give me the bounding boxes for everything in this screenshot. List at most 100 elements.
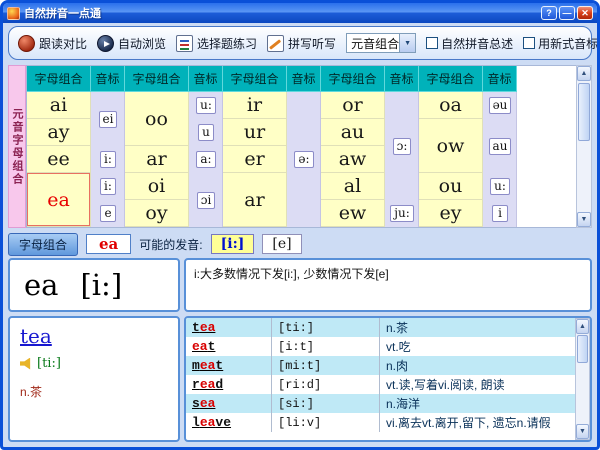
phonetic-box[interactable]: i: <box>100 178 116 195</box>
letter-combo-header: 字母组合 <box>321 66 385 92</box>
selected-combo-value: ea <box>86 234 131 254</box>
phonetic-box[interactable]: u <box>198 124 214 141</box>
phonetic-box[interactable]: ei <box>99 111 118 128</box>
follow-read-icon <box>18 35 35 52</box>
meaning-cell: vi.离去vt.离开,留下, 遗忘n.请假 <box>380 413 575 432</box>
phonetic-cell: u: <box>189 92 223 119</box>
word-list-row[interactable]: leave[li:v]vi.离去vt.离开,留下, 遗忘n.请假 <box>186 413 575 432</box>
word-list-scrollbar-thumb[interactable] <box>577 335 588 363</box>
letter-combo-cell[interactable]: ar <box>125 146 189 173</box>
spelling-dictation-icon <box>267 35 284 52</box>
phonetic-box[interactable]: ju: <box>390 205 414 222</box>
letter-combo-header: 字母组合 <box>27 66 91 92</box>
scroll-down-icon[interactable]: ▼ <box>577 212 591 227</box>
letter-combo-cell[interactable]: ur <box>223 119 287 146</box>
pron-option-e[interactable]: [e] <box>262 234 301 254</box>
word-list-row[interactable]: sea[si:]n.海洋 <box>186 394 575 413</box>
letter-combo-cell[interactable]: ew <box>321 200 385 227</box>
phonetic-cell: [li:v] <box>272 413 380 432</box>
possible-pron-label: 可能的发音: <box>139 236 202 253</box>
phonetic-box[interactable]: au <box>489 138 512 155</box>
group-select-dropdown[interactable]: 元音组合 ▼ <box>346 33 416 53</box>
scroll-down-icon[interactable]: ▼ <box>576 424 589 439</box>
word-list-scrollbar[interactable]: ▲ ▼ <box>575 318 590 440</box>
letter-combo-cell[interactable]: er <box>223 146 287 173</box>
table-scrollbar[interactable]: ▲ ▼ <box>576 65 592 228</box>
letter-combo-cell[interactable]: ir <box>223 92 287 119</box>
phonetic-cell: i <box>483 200 517 227</box>
scroll-up-icon[interactable]: ▲ <box>577 66 591 81</box>
combo-label: 字母组合 <box>8 233 78 256</box>
letter-combo-cell[interactable]: ea <box>27 173 91 227</box>
meaning-cell: n.茶 <box>380 318 575 337</box>
phonetic-cell: ɔ: <box>385 92 419 200</box>
group-select-value: 元音组合 <box>347 35 399 52</box>
help-button[interactable]: ? <box>541 6 557 20</box>
scroll-up-icon[interactable]: ▲ <box>576 319 589 334</box>
letter-combo-cell[interactable]: ai <box>27 92 91 119</box>
letter-combo-cell[interactable]: oo <box>125 92 189 146</box>
phonetic-box[interactable]: ɔi <box>197 192 216 209</box>
phonetic-cell: [si:] <box>272 394 380 413</box>
letter-combo-cell[interactable]: oy <box>125 200 189 227</box>
chevron-down-icon[interactable]: ▼ <box>399 34 415 52</box>
phonetic-box[interactable]: a: <box>196 151 215 168</box>
new-phonetic-checkbox[interactable]: 用新式音标 <box>523 35 598 52</box>
current-word[interactable]: tea <box>20 324 168 348</box>
phonics-overview-checkbox[interactable]: 自然拼音总述 <box>426 35 513 52</box>
word-cell: meat <box>186 356 272 375</box>
letter-combo-cell[interactable]: oi <box>125 173 189 200</box>
letter-combo-cell[interactable]: aw <box>321 146 385 173</box>
phonetic-box[interactable]: e <box>100 205 116 222</box>
letter-combo-cell[interactable]: au <box>321 119 385 146</box>
letter-combo-cell[interactable]: al <box>321 173 385 200</box>
word-cell: eat <box>186 337 272 356</box>
explanation-panel: i:大多数情况下发[i:], 少数情况下发[e] <box>184 258 592 312</box>
phonetic-cell: [ti:] <box>272 318 380 337</box>
letter-combo-cell[interactable]: ow <box>419 119 483 173</box>
selected-combo-text: ea <box>24 268 58 302</box>
word-list-panel: tea[ti:]n.茶eat[i:t]vt.吃meat[mi:t]n.肉read… <box>184 316 592 442</box>
phonetic-cell: ei <box>91 92 125 146</box>
word-list-row[interactable]: tea[ti:]n.茶 <box>186 318 575 337</box>
combo-bar: 字母组合 ea 可能的发音: [i:] [e] <box>8 232 592 256</box>
category-side-label: 元音字母组合 <box>8 65 26 228</box>
auto-browse-button[interactable]: 自动浏览 <box>97 35 166 52</box>
choice-practice-button[interactable]: 选择题练习 <box>176 35 257 52</box>
letter-combo-cell[interactable]: or <box>321 92 385 119</box>
pronunciation-note: i:大多数情况下发[i:], 少数情况下发[e] <box>194 265 582 282</box>
letter-combo-cell[interactable]: ee <box>27 146 91 173</box>
letter-combo-header: 字母组合 <box>125 66 189 92</box>
word-list-row[interactable]: read[ri:d]vt.读,写着vi.阅读, 朗读 <box>186 375 575 394</box>
window-controls: ? — ✕ <box>541 6 593 20</box>
current-word-panel: tea [ti:] n.茶 <box>8 316 180 442</box>
letter-combo-cell[interactable]: ar <box>223 173 287 227</box>
phonetic-box[interactable]: u: <box>490 178 510 195</box>
speaker-icon[interactable] <box>20 358 33 370</box>
close-button[interactable]: ✕ <box>577 6 593 20</box>
spelling-dictation-button[interactable]: 拼写听写 <box>267 35 336 52</box>
phonetic-box[interactable]: u: <box>196 97 216 114</box>
phonetic-box[interactable]: ə: <box>294 151 313 168</box>
phonetic-header: 音标 <box>189 66 223 92</box>
letter-combo-cell[interactable]: ou <box>419 173 483 200</box>
phonetic-header: 音标 <box>91 66 125 92</box>
phonetic-cell: i: <box>91 146 125 173</box>
phonetic-cell: e <box>91 200 125 227</box>
letter-combo-cell[interactable]: ay <box>27 119 91 146</box>
phonetic-box[interactable]: ɔ: <box>393 138 412 155</box>
phonetic-box[interactable]: i <box>492 205 508 222</box>
spelling-dictation-label: 拼写听写 <box>288 35 336 52</box>
pron-option-i[interactable]: [i:] <box>211 234 255 254</box>
meaning-cell: vt.吃 <box>380 337 575 356</box>
word-list-row[interactable]: meat[mi:t]n.肉 <box>186 356 575 375</box>
minimize-button[interactable]: — <box>559 6 575 20</box>
follow-read-button[interactable]: 跟读对比 <box>18 35 87 52</box>
letter-combo-cell[interactable]: ey <box>419 200 483 227</box>
letter-combo-cell[interactable]: oa <box>419 92 483 119</box>
phonetic-box[interactable]: i: <box>100 151 116 168</box>
meaning-cell: vt.读,写着vi.阅读, 朗读 <box>380 375 575 394</box>
table-scrollbar-thumb[interactable] <box>578 83 590 141</box>
word-list-row[interactable]: eat[i:t]vt.吃 <box>186 337 575 356</box>
phonetic-box[interactable]: əu <box>489 97 512 114</box>
